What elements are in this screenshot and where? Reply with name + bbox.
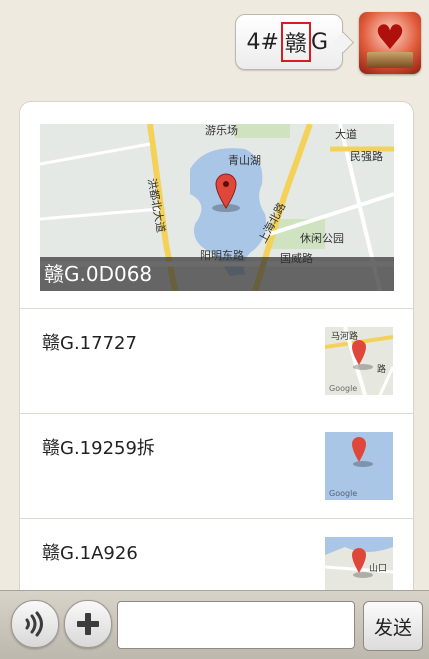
map-results-card: 游乐场 青山湖 大道 民强路 洪都北大道 上海北路 休闲公园 阳明东路 国威路 … <box>19 101 414 642</box>
plate-label: 赣G.17727 <box>42 333 137 354</box>
hero-caption: 赣G.0D068 <box>40 257 394 291</box>
map-thumbnail: 马河路 路 Google <box>325 327 393 395</box>
map-label: 民强路 <box>350 150 383 163</box>
map-label: 游乐场 <box>205 124 238 137</box>
map-label: 青山湖 <box>228 154 261 167</box>
list-item[interactable]: 赣G.19259拆 Google <box>20 414 413 518</box>
map-label: 大道 <box>335 127 357 141</box>
map-label: Google <box>329 489 357 498</box>
input-toolbar: 发送 <box>0 590 429 659</box>
avatar[interactable]: ♥ <box>359 12 421 74</box>
send-button[interactable]: 发送 <box>363 601 423 651</box>
highlighted-character: 赣 <box>280 22 311 62</box>
message-bubble[interactable]: 4# 赣 G <box>235 14 343 70</box>
plate-label: 赣G.1A926 <box>42 543 138 564</box>
message-input[interactable] <box>117 601 355 649</box>
plus-icon <box>77 613 99 635</box>
message-prefix: 4# <box>246 29 279 55</box>
voice-wave-icon <box>25 611 43 637</box>
map-hero[interactable]: 游乐场 青山湖 大道 民强路 洪都北大道 上海北路 休闲公园 阳明东路 国威路 … <box>40 124 394 291</box>
heart-icon: ♥ <box>374 18 406 58</box>
message-suffix: G <box>310 29 328 55</box>
voice-button[interactable] <box>11 600 59 648</box>
add-button[interactable] <box>64 600 112 648</box>
map-label: 山口 <box>369 563 387 574</box>
message-row: 4# 赣 G ♥ <box>1 12 421 74</box>
map-label: 路 <box>377 363 386 375</box>
plate-label: 赣G.19259拆 <box>42 438 155 459</box>
list-item[interactable]: 赣G.17727 马河路 路 Google <box>20 309 413 413</box>
map-label: Google <box>329 384 357 393</box>
map-thumbnail: Google <box>325 432 393 500</box>
map-label: 休闲公园 <box>300 231 344 245</box>
map-label: 马河路 <box>331 330 358 342</box>
